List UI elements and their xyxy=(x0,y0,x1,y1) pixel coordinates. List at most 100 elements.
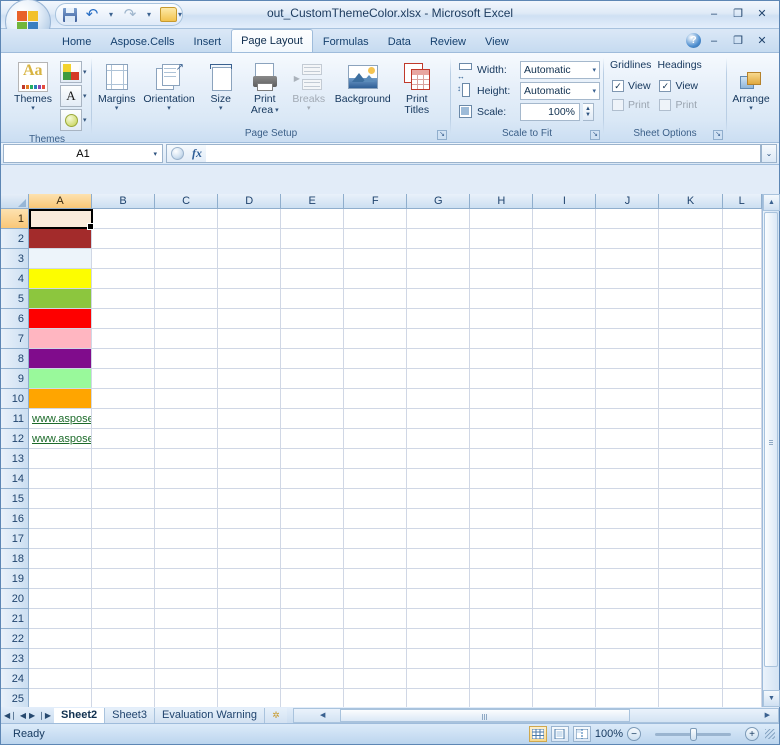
cell-C3[interactable] xyxy=(155,249,218,269)
cell-J24[interactable] xyxy=(596,669,659,689)
cell-E22[interactable] xyxy=(281,629,344,649)
scroll-up-icon[interactable]: ▲ xyxy=(763,194,780,211)
cell-I17[interactable] xyxy=(533,529,596,549)
cell-C23[interactable] xyxy=(155,649,218,669)
cell-area[interactable]: www.aspose.comwww.aspose.com xyxy=(29,209,762,707)
cell-G13[interactable] xyxy=(407,449,470,469)
row-header-11[interactable]: 11 xyxy=(1,409,29,429)
cell-J13[interactable] xyxy=(596,449,659,469)
cell-F3[interactable] xyxy=(344,249,407,269)
cell-F4[interactable] xyxy=(344,269,407,289)
cell-H22[interactable] xyxy=(470,629,533,649)
orientation-dropdown-icon[interactable]: ▾ xyxy=(167,105,171,112)
cell-B15[interactable] xyxy=(92,489,155,509)
cell-G15[interactable] xyxy=(407,489,470,509)
row-header-1[interactable]: 1 xyxy=(1,209,29,229)
column-header-e[interactable]: E xyxy=(281,194,344,209)
tab-insert[interactable]: Insert xyxy=(185,31,231,52)
cell-B8[interactable] xyxy=(92,349,155,369)
scroll-left-icon[interactable]: ◀ xyxy=(320,711,325,719)
cell-H2[interactable] xyxy=(470,229,533,249)
cell-D25[interactable] xyxy=(218,689,281,707)
tab-data[interactable]: Data xyxy=(379,31,420,52)
cell-D3[interactable] xyxy=(218,249,281,269)
cell-H1[interactable] xyxy=(470,209,533,229)
cell-G7[interactable] xyxy=(407,329,470,349)
cell-G21[interactable] xyxy=(407,609,470,629)
help-icon[interactable]: ? xyxy=(686,33,701,48)
cell-J10[interactable] xyxy=(596,389,659,409)
themes-button[interactable]: Aa Themes ▾ xyxy=(6,59,60,113)
vertical-scroll-thumb[interactable] xyxy=(764,212,778,667)
cell-G1[interactable] xyxy=(407,209,470,229)
cell-J14[interactable] xyxy=(596,469,659,489)
cell-L8[interactable] xyxy=(723,349,762,369)
name-box-dropdown-icon[interactable]: ▾ xyxy=(153,150,157,158)
tab-page-layout[interactable]: Page Layout xyxy=(231,29,313,52)
cell-B9[interactable] xyxy=(92,369,155,389)
cell-A17[interactable] xyxy=(29,529,92,549)
cell-H19[interactable] xyxy=(470,569,533,589)
cell-A12[interactable]: www.aspose.com xyxy=(29,429,92,449)
cell-D19[interactable] xyxy=(218,569,281,589)
cell-K14[interactable] xyxy=(659,469,722,489)
cell-I20[interactable] xyxy=(533,589,596,609)
cell-F14[interactable] xyxy=(344,469,407,489)
scroll-right-icon[interactable]: ▶ xyxy=(765,711,770,719)
cell-E7[interactable] xyxy=(281,329,344,349)
cell-B3[interactable] xyxy=(92,249,155,269)
cell-L13[interactable] xyxy=(723,449,762,469)
cell-A8[interactable] xyxy=(29,349,92,369)
cell-E24[interactable] xyxy=(281,669,344,689)
page-break-preview-icon[interactable] xyxy=(573,726,591,742)
cell-A15[interactable] xyxy=(29,489,92,509)
cell-K4[interactable] xyxy=(659,269,722,289)
tab-view[interactable]: View xyxy=(476,31,518,52)
cell-L25[interactable] xyxy=(723,689,762,707)
row-header-25[interactable]: 25 xyxy=(1,689,29,709)
cell-K3[interactable] xyxy=(659,249,722,269)
column-header-h[interactable]: H xyxy=(470,194,533,209)
cell-F20[interactable] xyxy=(344,589,407,609)
scale-input[interactable]: 100% xyxy=(520,103,580,121)
cell-K7[interactable] xyxy=(659,329,722,349)
row-header-3[interactable]: 3 xyxy=(1,249,29,269)
cell-K22[interactable] xyxy=(659,629,722,649)
cell-A11[interactable]: www.aspose.com xyxy=(29,409,92,429)
cell-A6[interactable] xyxy=(29,309,92,329)
cell-D6[interactable] xyxy=(218,309,281,329)
tab-formulas[interactable]: Formulas xyxy=(314,31,378,52)
theme-fonts-dropdown-icon[interactable]: ▾ xyxy=(83,92,87,100)
cell-K16[interactable] xyxy=(659,509,722,529)
cell-F6[interactable] xyxy=(344,309,407,329)
cell-E3[interactable] xyxy=(281,249,344,269)
cell-K24[interactable] xyxy=(659,669,722,689)
row-header-12[interactable]: 12 xyxy=(1,429,29,449)
cell-D15[interactable] xyxy=(218,489,281,509)
cell-C11[interactable] xyxy=(155,409,218,429)
cell-I15[interactable] xyxy=(533,489,596,509)
cell-J5[interactable] xyxy=(596,289,659,309)
cell-E18[interactable] xyxy=(281,549,344,569)
sheet-tab-evaluation-warning[interactable]: Evaluation Warning xyxy=(155,708,265,723)
cell-K6[interactable] xyxy=(659,309,722,329)
cell-I24[interactable] xyxy=(533,669,596,689)
cell-C22[interactable] xyxy=(155,629,218,649)
row-header-4[interactable]: 4 xyxy=(1,269,29,289)
cell-B14[interactable] xyxy=(92,469,155,489)
row-header-19[interactable]: 19 xyxy=(1,569,29,589)
cell-J2[interactable] xyxy=(596,229,659,249)
cell-K18[interactable] xyxy=(659,549,722,569)
theme-effects-dropdown-icon[interactable]: ▾ xyxy=(83,116,87,124)
column-header-j[interactable]: J xyxy=(596,194,659,209)
cell-D21[interactable] xyxy=(218,609,281,629)
restore-document-button[interactable]: ❐ xyxy=(727,32,749,49)
cell-J16[interactable] xyxy=(596,509,659,529)
row-header-18[interactable]: 18 xyxy=(1,549,29,569)
cell-I4[interactable] xyxy=(533,269,596,289)
gridlines-view-checkbox[interactable]: ✓ View xyxy=(610,76,651,95)
cell-K21[interactable] xyxy=(659,609,722,629)
cell-J8[interactable] xyxy=(596,349,659,369)
select-all-corner[interactable] xyxy=(1,194,29,209)
cell-G25[interactable] xyxy=(407,689,470,707)
